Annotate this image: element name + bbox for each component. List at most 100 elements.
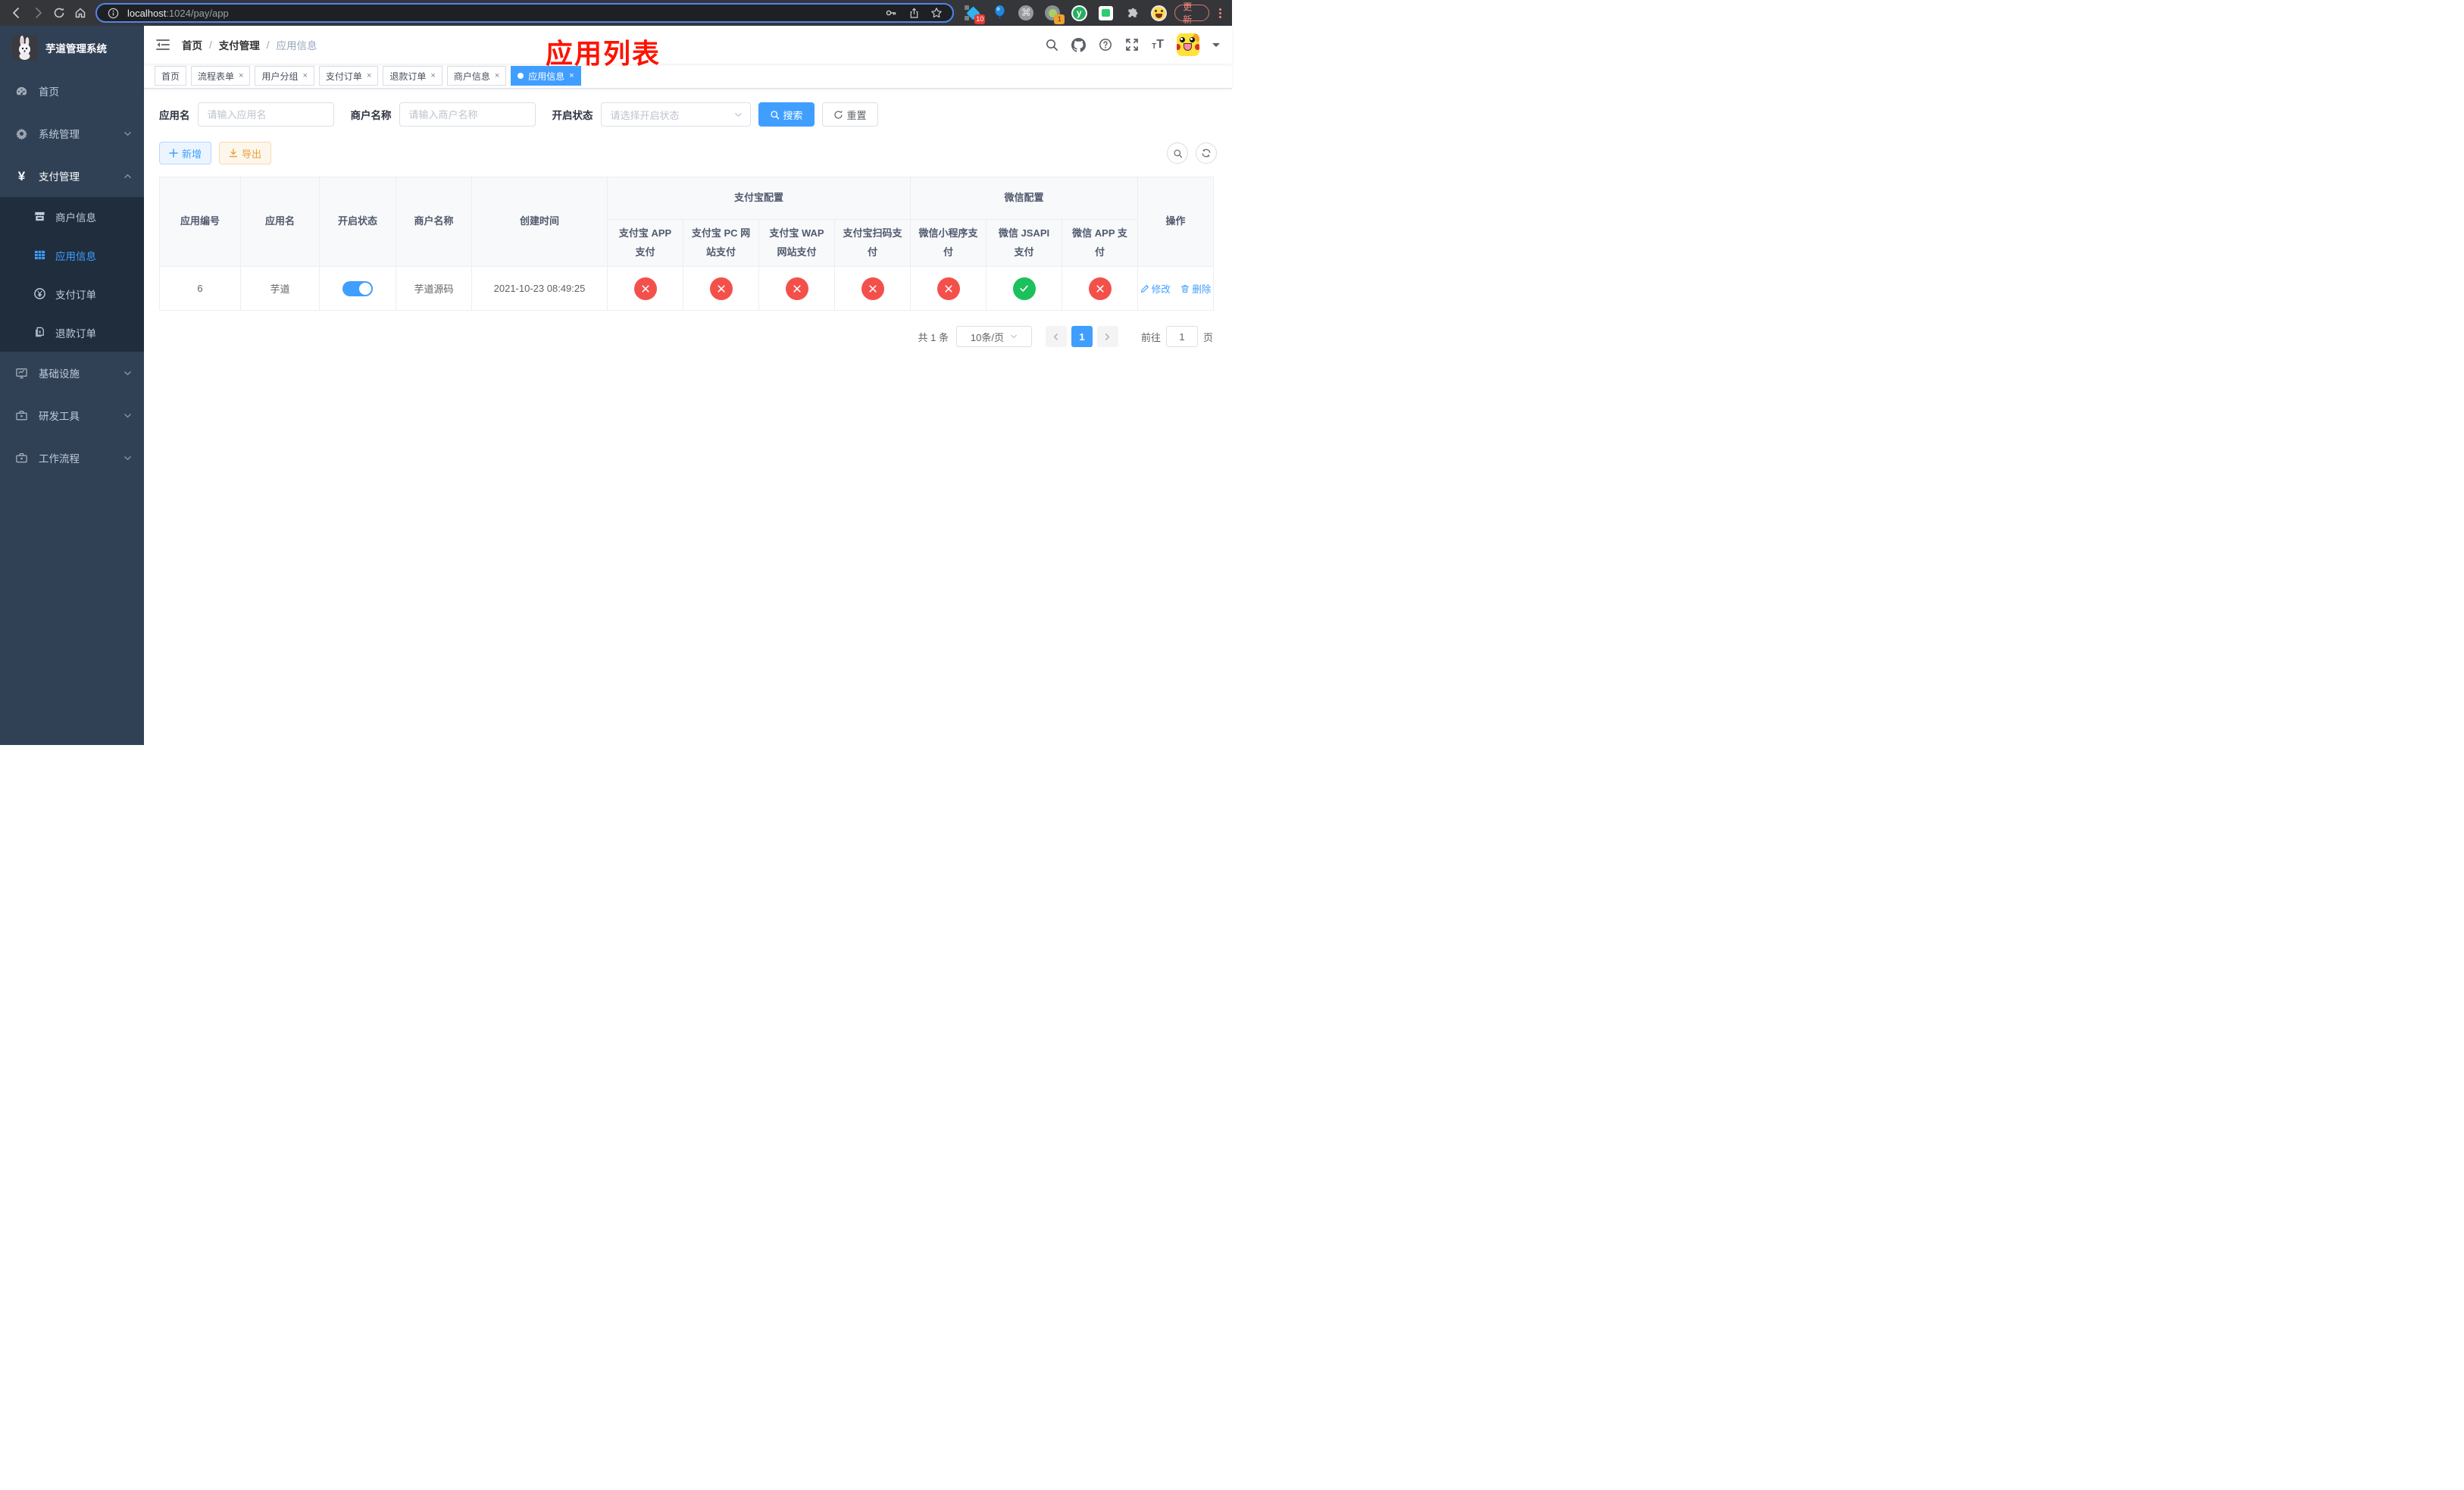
toggle-search-button[interactable] bbox=[1167, 142, 1188, 164]
refresh-table-button[interactable] bbox=[1196, 142, 1217, 164]
password-key-icon[interactable] bbox=[883, 7, 899, 19]
sidebar-item-workflow[interactable]: 工作流程 bbox=[0, 437, 144, 479]
breadcrumb-separator bbox=[267, 39, 270, 51]
close-icon[interactable]: × bbox=[430, 71, 435, 80]
cell-alipay-wap-status bbox=[758, 266, 835, 311]
extension-command-icon[interactable]: ⌘ bbox=[1018, 5, 1034, 21]
chevron-left-icon bbox=[1054, 333, 1058, 340]
sidebar-item-label: 研发工具 bbox=[39, 411, 80, 422]
tag-refund-orders[interactable]: 退款订单 × bbox=[383, 66, 442, 86]
collapse-sidebar-icon[interactable] bbox=[156, 39, 170, 51]
col-wechat-mini: 微信小程序支付 bbox=[910, 218, 987, 268]
close-icon[interactable]: × bbox=[302, 71, 307, 80]
search-button-label: 搜索 bbox=[783, 109, 803, 121]
breadcrumb-home[interactable]: 首页 bbox=[182, 37, 202, 52]
tag-merchant-info[interactable]: 商户信息 × bbox=[446, 66, 507, 86]
delete-link[interactable]: 删除 bbox=[1180, 281, 1211, 296]
document-icon bbox=[33, 326, 46, 339]
forward-icon[interactable] bbox=[27, 2, 48, 23]
status-label: 开启状态 bbox=[552, 110, 593, 121]
sidebar-item-devtools[interactable]: 研发工具 bbox=[0, 394, 144, 437]
col-created: 创建时间 bbox=[471, 176, 608, 268]
total-count: 共 1 条 bbox=[918, 331, 949, 343]
close-icon[interactable]: × bbox=[367, 71, 371, 80]
share-icon[interactable] bbox=[905, 8, 922, 19]
reset-button[interactable]: 重置 bbox=[821, 102, 878, 127]
extension-sketch-icon[interactable]: 10 bbox=[965, 5, 986, 24]
grid-table-icon bbox=[33, 249, 46, 261]
browser-menu-icon[interactable] bbox=[1214, 8, 1226, 18]
user-avatar[interactable] bbox=[1177, 33, 1199, 56]
trash-icon bbox=[1181, 285, 1190, 293]
search-icon[interactable] bbox=[1045, 38, 1058, 52]
goto-page-input[interactable] bbox=[1165, 326, 1198, 348]
sidebar-item-refund-orders[interactable]: 退款订单 bbox=[0, 313, 144, 352]
url-path: :1024/pay/app bbox=[166, 7, 229, 19]
sidebar-item-infra[interactable]: 基础设施 bbox=[0, 352, 144, 394]
sidebar-item-label: 支付管理 bbox=[39, 171, 80, 183]
merchant-name-input[interactable] bbox=[399, 102, 536, 127]
add-button-label: 新增 bbox=[182, 148, 202, 160]
chrome-update-button[interactable]: 更新 bbox=[1174, 2, 1210, 25]
export-button[interactable]: 导出 bbox=[219, 142, 272, 164]
close-icon[interactable]: × bbox=[239, 71, 243, 80]
extensions-puzzle-icon[interactable] bbox=[1124, 5, 1140, 21]
close-icon[interactable]: × bbox=[569, 71, 574, 80]
breadcrumb-payment[interactable]: 支付管理 bbox=[219, 37, 260, 52]
active-dot bbox=[518, 73, 524, 79]
close-icon[interactable]: × bbox=[495, 71, 499, 80]
app-title: 芋道管理系统 bbox=[45, 43, 107, 55]
github-icon[interactable] bbox=[1071, 37, 1087, 52]
enabled-toggle[interactable] bbox=[342, 280, 373, 296]
extension-chat-icon[interactable] bbox=[1097, 5, 1114, 21]
col-app-id: 应用编号 bbox=[159, 176, 241, 268]
address-bar[interactable]: localhost:1024/pay/app bbox=[95, 3, 955, 23]
app-logo-row[interactable]: 芋道管理系统 bbox=[0, 26, 144, 70]
briefcase-icon bbox=[15, 452, 28, 465]
sidebar-item-app-info[interactable]: 应用信息 bbox=[0, 236, 144, 274]
sidebar-item-merchant-info[interactable]: 商户信息 bbox=[0, 197, 144, 236]
tag-home[interactable]: 首页 bbox=[155, 66, 187, 86]
font-size-icon[interactable]: TT bbox=[1152, 39, 1164, 51]
tag-user-group[interactable]: 用户分组 × bbox=[255, 66, 314, 86]
status-select[interactable]: 请选择开启状态 bbox=[600, 102, 751, 127]
profile-avatar-icon[interactable] bbox=[1150, 5, 1167, 21]
sidebar-item-pay-orders[interactable]: 支付订单 bbox=[0, 274, 144, 313]
tag-label: 退款订单 bbox=[389, 70, 427, 82]
tag-pay-orders[interactable]: 支付订单 × bbox=[318, 66, 379, 86]
extension-camera-icon[interactable]: 1 bbox=[1044, 5, 1065, 24]
tag-process-form[interactable]: 流程表单 × bbox=[191, 66, 251, 86]
sidebar-item-home[interactable]: 首页 bbox=[0, 70, 144, 112]
col-group-wechat: 微信配置 bbox=[910, 177, 1139, 220]
add-button[interactable]: 新增 bbox=[159, 142, 212, 164]
help-icon[interactable] bbox=[1099, 38, 1112, 52]
sidebar-item-payment[interactable]: ¥ 支付管理 bbox=[0, 155, 144, 197]
sidebar-item-system[interactable]: 系统管理 bbox=[0, 112, 144, 155]
fullscreen-icon[interactable] bbox=[1125, 38, 1139, 52]
status-icon bbox=[709, 277, 733, 300]
search-button[interactable]: 搜索 bbox=[758, 102, 815, 127]
page-size-select[interactable]: 10条/页 bbox=[955, 326, 1032, 348]
site-info-icon[interactable] bbox=[105, 8, 121, 19]
bookmark-star-icon[interactable] bbox=[928, 7, 945, 19]
home-icon[interactable] bbox=[70, 2, 91, 23]
next-page-button[interactable] bbox=[1096, 326, 1118, 348]
breadcrumb-current: 应用信息 bbox=[276, 40, 317, 52]
reload-icon[interactable] bbox=[48, 2, 70, 23]
toolbar-row: 新增 导出 bbox=[159, 142, 1217, 164]
back-icon[interactable] bbox=[6, 2, 27, 23]
extension-balloon-icon[interactable] bbox=[991, 5, 1008, 21]
page-number-1[interactable]: 1 bbox=[1071, 326, 1093, 348]
app-name-input[interactable] bbox=[197, 102, 334, 127]
extension-y-icon[interactable]: y bbox=[1071, 5, 1087, 21]
screen: localhost:1024/pay/app 10 ⌘ 1 y 更新 芋道管理系… bbox=[0, 0, 1232, 745]
yen-icon: ¥ bbox=[17, 168, 26, 183]
avatar-caret-icon[interactable] bbox=[1212, 42, 1220, 51]
cell-wechat-jsapi-status bbox=[986, 266, 1063, 311]
chevron-down-icon bbox=[124, 412, 132, 420]
search-icon bbox=[770, 110, 779, 119]
edit-link[interactable]: 修改 bbox=[1140, 281, 1171, 296]
sidebar-item-label: 支付订单 bbox=[55, 289, 96, 301]
sidebar-item-label: 基础设施 bbox=[39, 368, 80, 380]
prev-page-button[interactable] bbox=[1045, 326, 1067, 348]
